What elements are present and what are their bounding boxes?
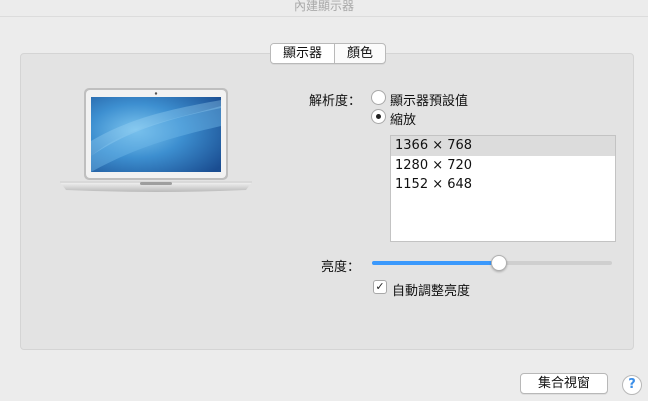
resolution-label: 解析度： <box>309 94 362 109</box>
tab-display[interactable]: 顯示器 <box>271 44 335 63</box>
resolution-list[interactable]: 1366 × 768 1280 × 720 1152 × 648 <box>390 135 616 242</box>
titlebar-divider <box>0 16 648 17</box>
resolution-option[interactable]: 1152 × 648 <box>391 175 615 195</box>
tab-bar: 顯示器 顏色 <box>270 43 387 64</box>
radio-default-resolution[interactable] <box>371 90 386 105</box>
auto-brightness-checkbox[interactable]: ✓ <box>373 280 387 294</box>
window-title: 內建顯示器 <box>293 0 354 13</box>
checkmark-icon: ✓ <box>375 280 385 293</box>
resolution-option[interactable]: 1280 × 720 <box>391 156 615 176</box>
resolution-option[interactable]: 1366 × 768 <box>391 136 615 156</box>
brightness-label: 亮度： <box>321 260 361 275</box>
radio-default-label: 顯示器預設值 <box>390 94 469 109</box>
brightness-slider-fill <box>372 261 500 265</box>
arrange-windows-button[interactable]: 集合視窗 <box>520 373 608 394</box>
tab-color[interactable]: 顏色 <box>335 44 385 63</box>
auto-brightness-label: 自動調整亮度 <box>392 284 471 299</box>
question-mark-icon[interactable]: ? <box>622 375 642 395</box>
radio-scaled-label: 縮放 <box>390 113 417 128</box>
macbook-air-icon <box>60 88 252 192</box>
radio-scaled-resolution[interactable] <box>371 109 386 124</box>
